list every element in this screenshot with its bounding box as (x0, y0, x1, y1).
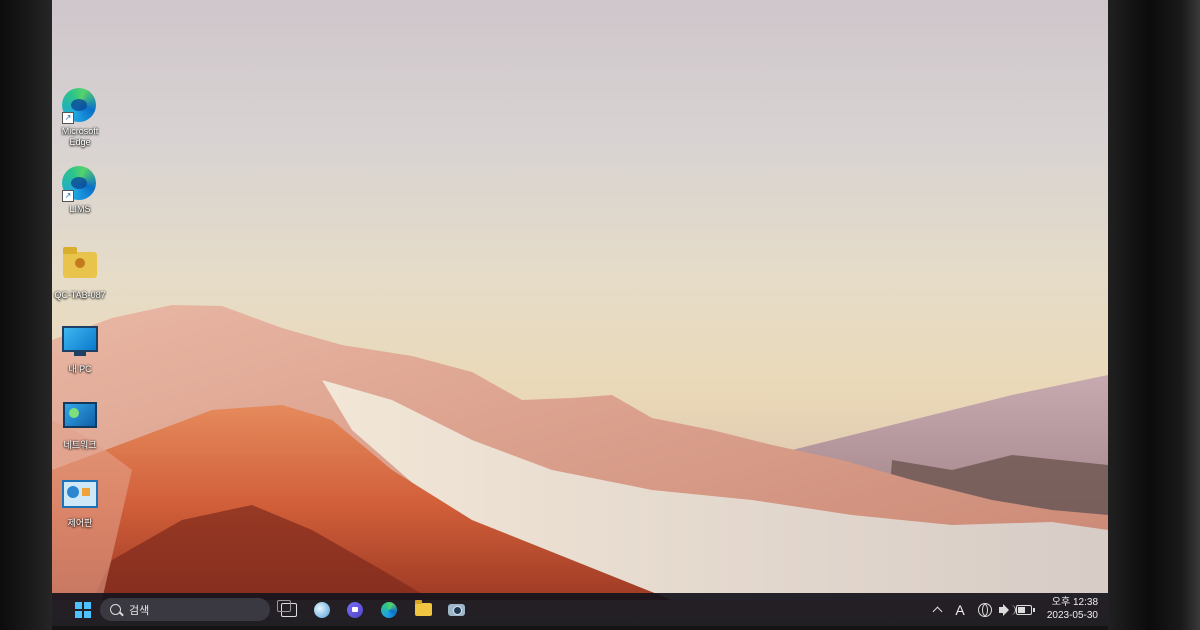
chevron-up-icon (932, 606, 942, 617)
monitor-bezel-right (1108, 0, 1200, 630)
search-label: 검색 (129, 604, 150, 617)
clock-time: 오후 12:38 (1051, 597, 1098, 608)
windows-logo-icon (75, 601, 91, 618)
desktop-icon-network[interactable]: 네트워크 (54, 398, 106, 451)
meet-icon (347, 601, 363, 618)
taskbar-search[interactable]: 검색 (100, 598, 270, 621)
desktop-icon-label: LIMS (69, 204, 91, 214)
user-folder-icon (62, 247, 98, 288)
desktop-icon-label: 네트워크 (63, 440, 97, 450)
file-explorer-button[interactable] (410, 597, 436, 622)
monitor-bezel-left (0, 0, 52, 630)
battery-icon (1016, 604, 1035, 615)
desktop-icon-user-folder[interactable]: QC-TAB-087 (54, 246, 106, 301)
desktop-icon-label: QC-TAB-087 (54, 290, 106, 300)
speaker-icon (998, 603, 1009, 616)
file-explorer-icon (414, 600, 432, 616)
network-tray-button[interactable] (976, 597, 994, 622)
input-indicator[interactable]: A (950, 597, 970, 622)
desktop-icon-microsoft-edge[interactable]: ↗ Microsoft Edge (54, 88, 106, 148)
desktop-icon-label: 내 PC (68, 364, 92, 374)
edge-taskbar-button[interactable] (376, 597, 402, 622)
start-button[interactable] (70, 597, 96, 622)
input-indicator-label: A (955, 601, 965, 618)
desktop-icon-this-pc[interactable]: 내 PC (54, 322, 106, 375)
monitor-icon (62, 326, 98, 362)
desktop-icon-lims[interactable]: ↗ LIMS (54, 166, 106, 215)
desktop-icon-label: 제어판 (67, 518, 93, 528)
show-hidden-icons-button[interactable] (928, 597, 946, 622)
taskbar-clock[interactable]: 오후 12:38 2023-05-30 (1034, 596, 1098, 624)
task-view-icon (277, 599, 297, 617)
meet-button[interactable] (342, 597, 368, 622)
edge-icon: ↗ (62, 166, 98, 202)
edge-icon (381, 601, 397, 618)
taskbar: 검색 A 오후 12:38 2023-05-30 (52, 593, 1108, 626)
clock-date: 2023-05-30 (1046, 610, 1098, 621)
desktop-wallpaper (52, 305, 1108, 600)
camera-icon (447, 603, 465, 616)
search-icon (110, 604, 121, 615)
globe-icon (978, 602, 992, 617)
battery-tray-button[interactable] (1014, 597, 1035, 622)
desktop-icon-label: Microsoft Edge (61, 126, 99, 147)
edge-icon: ↗ (62, 88, 98, 124)
network-icon (62, 402, 98, 438)
desktop-screen: ↗ Microsoft Edge ↗ LIMS QC-TAB-087 내 PC … (52, 0, 1108, 626)
desktop-icon-control-panel[interactable]: 제어판 (54, 476, 106, 529)
control-panel-icon (62, 480, 98, 516)
camera-button[interactable] (443, 597, 469, 622)
task-view-button[interactable] (276, 597, 302, 622)
widgets-icon (314, 601, 330, 618)
widgets-button[interactable] (309, 597, 335, 622)
